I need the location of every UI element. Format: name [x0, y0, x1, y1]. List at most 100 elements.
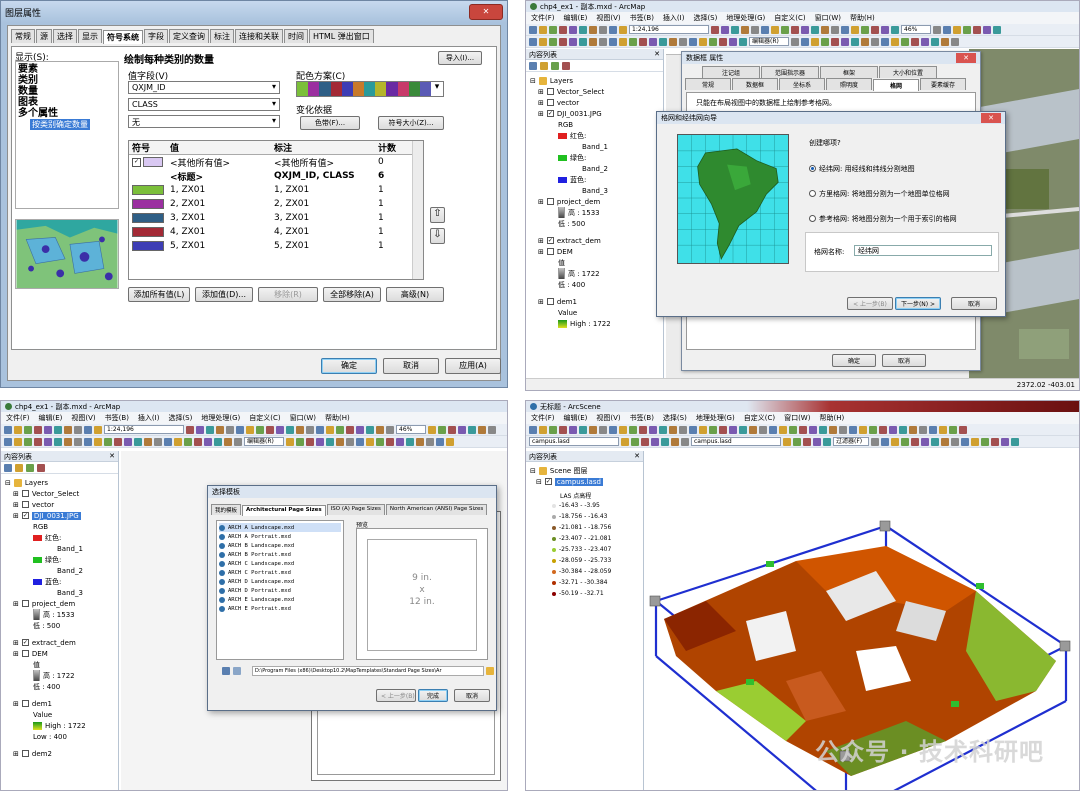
- tool-icon[interactable]: [396, 437, 404, 446]
- tool-icon[interactable]: [821, 37, 829, 46]
- tool-icon[interactable]: [216, 425, 224, 434]
- tool-icon[interactable]: [829, 425, 837, 434]
- layer-row[interactable]: ⊞ vector: [530, 97, 659, 108]
- import-button[interactable]: 导入(I)...: [438, 51, 482, 65]
- layer-row[interactable]: ⊞ ✓ extract_dem: [5, 637, 114, 648]
- tool-icon[interactable]: [569, 25, 577, 34]
- frame-ok-button[interactable]: 确定: [832, 354, 876, 367]
- tool-icon[interactable]: [234, 437, 242, 446]
- tool-icon[interactable]: [823, 437, 831, 446]
- tool-icon[interactable]: [919, 425, 927, 434]
- layer-checkbox[interactable]: [21, 650, 29, 657]
- field-select-3[interactable]: 无: [128, 115, 280, 128]
- collapse-icon[interactable]: ⊟: [530, 77, 536, 85]
- layer-checkbox[interactable]: ✓: [546, 110, 554, 117]
- tool-icon[interactable]: [819, 425, 827, 434]
- tool-icon[interactable]: [993, 25, 1001, 34]
- table-row[interactable]: 1, ZX01 1, ZX01 1: [129, 183, 423, 197]
- tool-icon[interactable]: [326, 437, 334, 446]
- layer-row[interactable]: ⊞ dem2: [5, 748, 114, 759]
- field-select-2[interactable]: CLASS: [128, 98, 280, 111]
- tool-icon[interactable]: [529, 25, 537, 34]
- layer-row[interactable]: 低 : 400: [5, 681, 114, 692]
- tool-icon[interactable]: [629, 425, 637, 434]
- layer-row[interactable]: 红色:: [5, 532, 114, 543]
- tool-icon[interactable]: [124, 437, 132, 446]
- frame-tab[interactable]: 要素缓存: [920, 78, 966, 90]
- layer-checkbox[interactable]: [21, 490, 29, 497]
- table-row[interactable]: 4, ZX01 4, ZX01 1: [129, 225, 423, 239]
- zoom-combo[interactable]: 46%: [901, 25, 931, 34]
- tool-icon[interactable]: [679, 37, 687, 46]
- layer-row[interactable]: ⊟ Layers: [530, 75, 659, 86]
- tool-icon[interactable]: [194, 437, 202, 446]
- menu-item-0[interactable]: 文件(F): [531, 13, 555, 23]
- tool-icon[interactable]: [366, 425, 374, 434]
- tool-icon[interactable]: [719, 37, 727, 46]
- symbol-cell[interactable]: [129, 185, 167, 195]
- tool-icon[interactable]: [869, 425, 877, 434]
- tool-icon[interactable]: [579, 425, 587, 434]
- next-button[interactable]: 下一步(N) >: [895, 297, 941, 310]
- tool-icon[interactable]: [24, 437, 32, 446]
- tool-icon[interactable]: [266, 425, 274, 434]
- tool-icon[interactable]: [841, 37, 849, 46]
- tool-icon[interactable]: [286, 437, 294, 446]
- radio-button[interactable]: [809, 190, 816, 197]
- layer-row[interactable]: 低 : 500: [5, 620, 114, 631]
- table-button-4[interactable]: 高级(N): [386, 287, 444, 302]
- tree-item-2[interactable]: 数量: [18, 86, 116, 97]
- tool-icon[interactable]: [729, 425, 737, 434]
- layer-combo-1[interactable]: campus.lasd: [529, 437, 619, 446]
- tool-icon[interactable]: [973, 25, 981, 34]
- tab-5[interactable]: 字段: [144, 29, 168, 43]
- table-scrollbar[interactable]: [412, 141, 423, 279]
- template-item[interactable]: ARCH D Landscape.mxd: [219, 577, 341, 586]
- tool-icon[interactable]: [939, 425, 947, 434]
- menu-item-6[interactable]: 地理处理(G): [726, 13, 765, 23]
- tool-icon[interactable]: [811, 25, 819, 34]
- template-item[interactable]: ARCH A Landscape.mxd: [219, 523, 341, 532]
- template-item[interactable]: ARCH A Portrait.mxd: [219, 532, 341, 541]
- layer-checkbox[interactable]: [21, 501, 29, 508]
- close-icon[interactable]: ✕: [634, 452, 640, 460]
- layer-row[interactable]: 红色:: [530, 130, 659, 141]
- tool-icon[interactable]: [649, 37, 657, 46]
- symbol-cell[interactable]: [129, 213, 167, 223]
- tab-6[interactable]: 定义查询: [169, 29, 209, 43]
- tool-icon[interactable]: [751, 25, 759, 34]
- source-icon[interactable]: [15, 464, 23, 472]
- layer-checkbox[interactable]: ✓: [546, 237, 554, 244]
- expand-icon[interactable]: ⊞: [538, 99, 544, 107]
- tool-icon[interactable]: [949, 425, 957, 434]
- expand-icon[interactable]: ⊞: [538, 198, 544, 206]
- layer-checkbox[interactable]: ✓: [544, 478, 552, 485]
- tree-item-4[interactable]: 多个属性: [18, 108, 116, 119]
- tool-icon[interactable]: [891, 37, 899, 46]
- tool-icon[interactable]: [791, 25, 799, 34]
- tool-icon[interactable]: [529, 425, 537, 434]
- tool-icon[interactable]: [811, 37, 819, 46]
- layer-row[interactable]: 绿色:: [530, 152, 659, 163]
- visibility-icon[interactable]: [551, 62, 559, 70]
- tool-icon[interactable]: [709, 37, 717, 46]
- tool-icon[interactable]: [711, 25, 719, 34]
- tool-icon[interactable]: [941, 437, 949, 446]
- tool-icon[interactable]: [669, 37, 677, 46]
- layer-row[interactable]: ⊞ ✓ DJI_0031.JPG: [5, 510, 114, 521]
- table-button-0[interactable]: 添加所有值(L): [128, 287, 190, 302]
- tool-icon[interactable]: [539, 425, 547, 434]
- tool-icon[interactable]: [881, 37, 889, 46]
- layer-checkbox[interactable]: [546, 298, 554, 305]
- template-item[interactable]: ARCH C Portrait.mxd: [219, 568, 341, 577]
- tool-icon[interactable]: [899, 425, 907, 434]
- tool-icon[interactable]: [669, 425, 677, 434]
- symbol-cell[interactable]: [129, 227, 167, 237]
- tool-icon[interactable]: [416, 437, 424, 446]
- list-icon[interactable]: [4, 464, 12, 472]
- tool-icon[interactable]: [911, 37, 919, 46]
- layer-row[interactable]: Band_1: [5, 543, 114, 554]
- tool-icon[interactable]: [559, 25, 567, 34]
- tool-icon[interactable]: [681, 437, 689, 446]
- layer-row[interactable]: ⊞ dem1: [530, 296, 659, 307]
